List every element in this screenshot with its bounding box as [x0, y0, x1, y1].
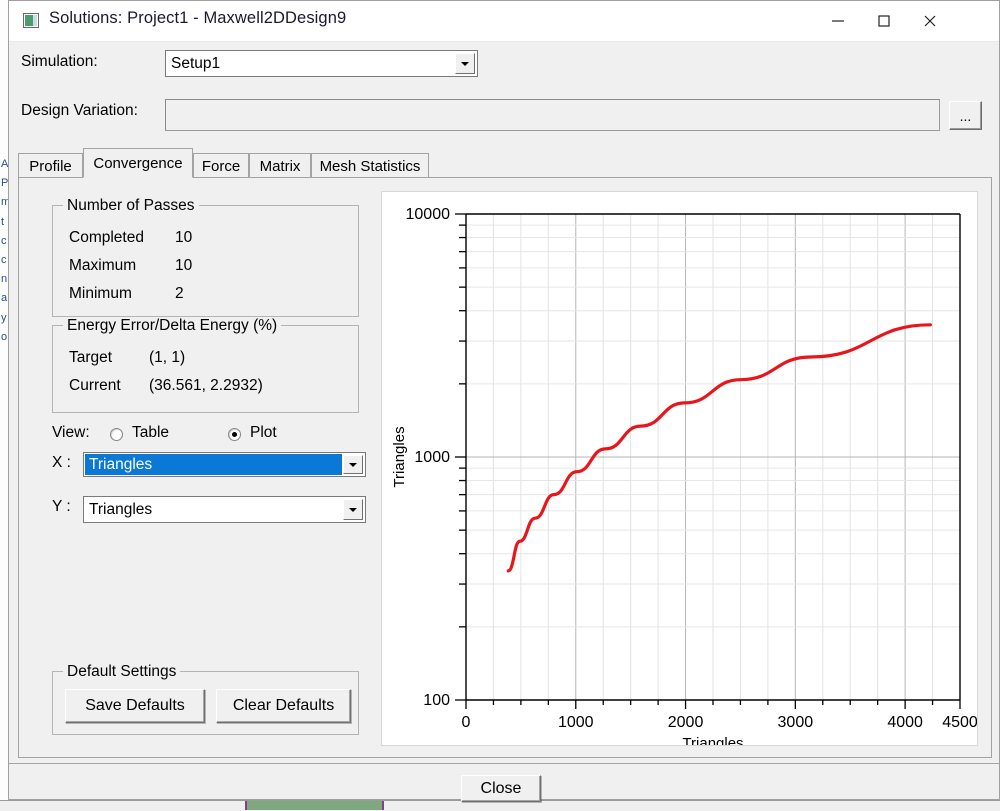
svg-text:Triangles: Triangles: [391, 426, 408, 487]
dialog-title: Solutions: Project1 - Maxwell2DDesign9: [49, 9, 347, 27]
energy-error-group: Energy Error/Delta Energy (%) Target (1,…: [52, 317, 359, 413]
energy-error-title: Energy Error/Delta Energy (%): [63, 317, 282, 335]
tab-strip: Profile Convergence Force Matrix Mesh St…: [18, 148, 992, 178]
convergence-panel: Number of Passes Completed 10 Maximum 10…: [18, 178, 992, 758]
minimize-button[interactable]: [815, 1, 861, 41]
tab-convergence[interactable]: Convergence: [83, 148, 193, 178]
default-settings-title: Default Settings: [63, 663, 181, 681]
chevron-down-icon: [349, 462, 357, 467]
passes-completed-label: Completed: [69, 229, 144, 246]
view-table-label[interactable]: Table: [132, 424, 169, 442]
passes-minimum-value: 2: [175, 285, 184, 302]
close-button[interactable]: Close: [461, 775, 541, 802]
svg-text:1000: 1000: [414, 449, 450, 466]
simulation-label: Simulation:: [21, 53, 98, 70]
app-window-icon: [23, 13, 39, 28]
solutions-dialog: Solutions: Project1 - Maxwell2DDesign9 S…: [8, 0, 1000, 802]
tab-matrix[interactable]: Matrix: [249, 153, 311, 178]
footer-divider: [9, 763, 999, 764]
convergence-plot: 100 1000 10000 0 1000 2000 3000 4000 4500 Triangl…: [381, 191, 978, 746]
simulation-select[interactable]: Setup1: [165, 50, 478, 77]
svg-text:3000: 3000: [778, 714, 814, 731]
number-of-passes-group: Number of Passes Completed 10 Maximum 10…: [52, 197, 359, 317]
tab-mesh-statistics[interactable]: Mesh Statistics: [311, 153, 429, 178]
chevron-down-icon: [349, 507, 357, 512]
energy-current-value: (36.561, 2.2932): [149, 377, 263, 394]
tab-force[interactable]: Force: [193, 153, 249, 178]
svg-text:10000: 10000: [406, 206, 451, 223]
dialog-titlebar[interactable]: Solutions: Project1 - Maxwell2DDesign9: [9, 1, 999, 42]
energy-target-value: (1, 1): [149, 349, 186, 366]
clear-defaults-button[interactable]: Clear Defaults: [216, 689, 351, 723]
maximize-icon: [878, 15, 890, 27]
svg-text:100: 100: [423, 692, 450, 709]
energy-target-label: Target: [69, 349, 113, 366]
passes-minimum-label: Minimum: [69, 285, 132, 302]
save-defaults-button[interactable]: Save Defaults: [65, 689, 205, 723]
view-plot-label[interactable]: Plot: [250, 424, 277, 442]
y-axis-select[interactable]: Triangles: [83, 496, 366, 523]
svg-text:4000: 4000: [887, 714, 923, 731]
design-variation-browse-button[interactable]: ...: [949, 101, 982, 130]
passes-maximum-label: Maximum: [69, 257, 137, 274]
tab-profile[interactable]: Profile: [18, 153, 83, 178]
chevron-down-icon: [461, 61, 469, 66]
simulation-value: Setup1: [171, 54, 221, 72]
convergence-plot-svg: 100 1000 10000 0 1000 2000 3000 4000 4500 Triangl…: [391, 206, 977, 745]
svg-text:1000: 1000: [558, 714, 594, 731]
passes-maximum-value: 10: [175, 257, 193, 274]
simulation-dropdown-button[interactable]: [455, 53, 475, 74]
passes-completed-value: 10: [175, 229, 193, 246]
energy-current-label: Current: [69, 377, 121, 394]
svg-text:0: 0: [462, 714, 471, 731]
x-axis-dropdown-button[interactable]: [343, 455, 363, 474]
number-of-passes-title: Number of Passes: [63, 197, 199, 215]
close-icon: [924, 15, 936, 27]
view-plot-radio-dot: [232, 432, 237, 437]
x-axis-select[interactable]: Triangles: [83, 452, 366, 477]
design-variation-input[interactable]: [165, 99, 940, 131]
y-axis-label: Y :: [52, 498, 71, 515]
svg-text:Triangles: Triangles: [682, 735, 743, 745]
background-progress-bar: [245, 801, 384, 810]
x-axis-value: Triangles: [85, 454, 342, 475]
view-table-radio[interactable]: [110, 428, 123, 441]
view-plot-radio[interactable]: [228, 428, 241, 441]
svg-text:4500: 4500: [942, 714, 977, 731]
close-window-button[interactable]: [907, 1, 953, 41]
default-settings-group: Default Settings Save Defaults Clear Def…: [52, 663, 359, 735]
x-axis-label: X :: [52, 454, 71, 471]
maximize-button[interactable]: [861, 1, 907, 41]
svg-text:2000: 2000: [668, 714, 704, 731]
view-label: View:: [52, 424, 90, 441]
minimize-icon: [832, 20, 844, 22]
y-axis-dropdown-button[interactable]: [343, 499, 363, 520]
y-axis-value: Triangles: [89, 500, 153, 518]
design-variation-label: Design Variation:: [21, 102, 138, 119]
